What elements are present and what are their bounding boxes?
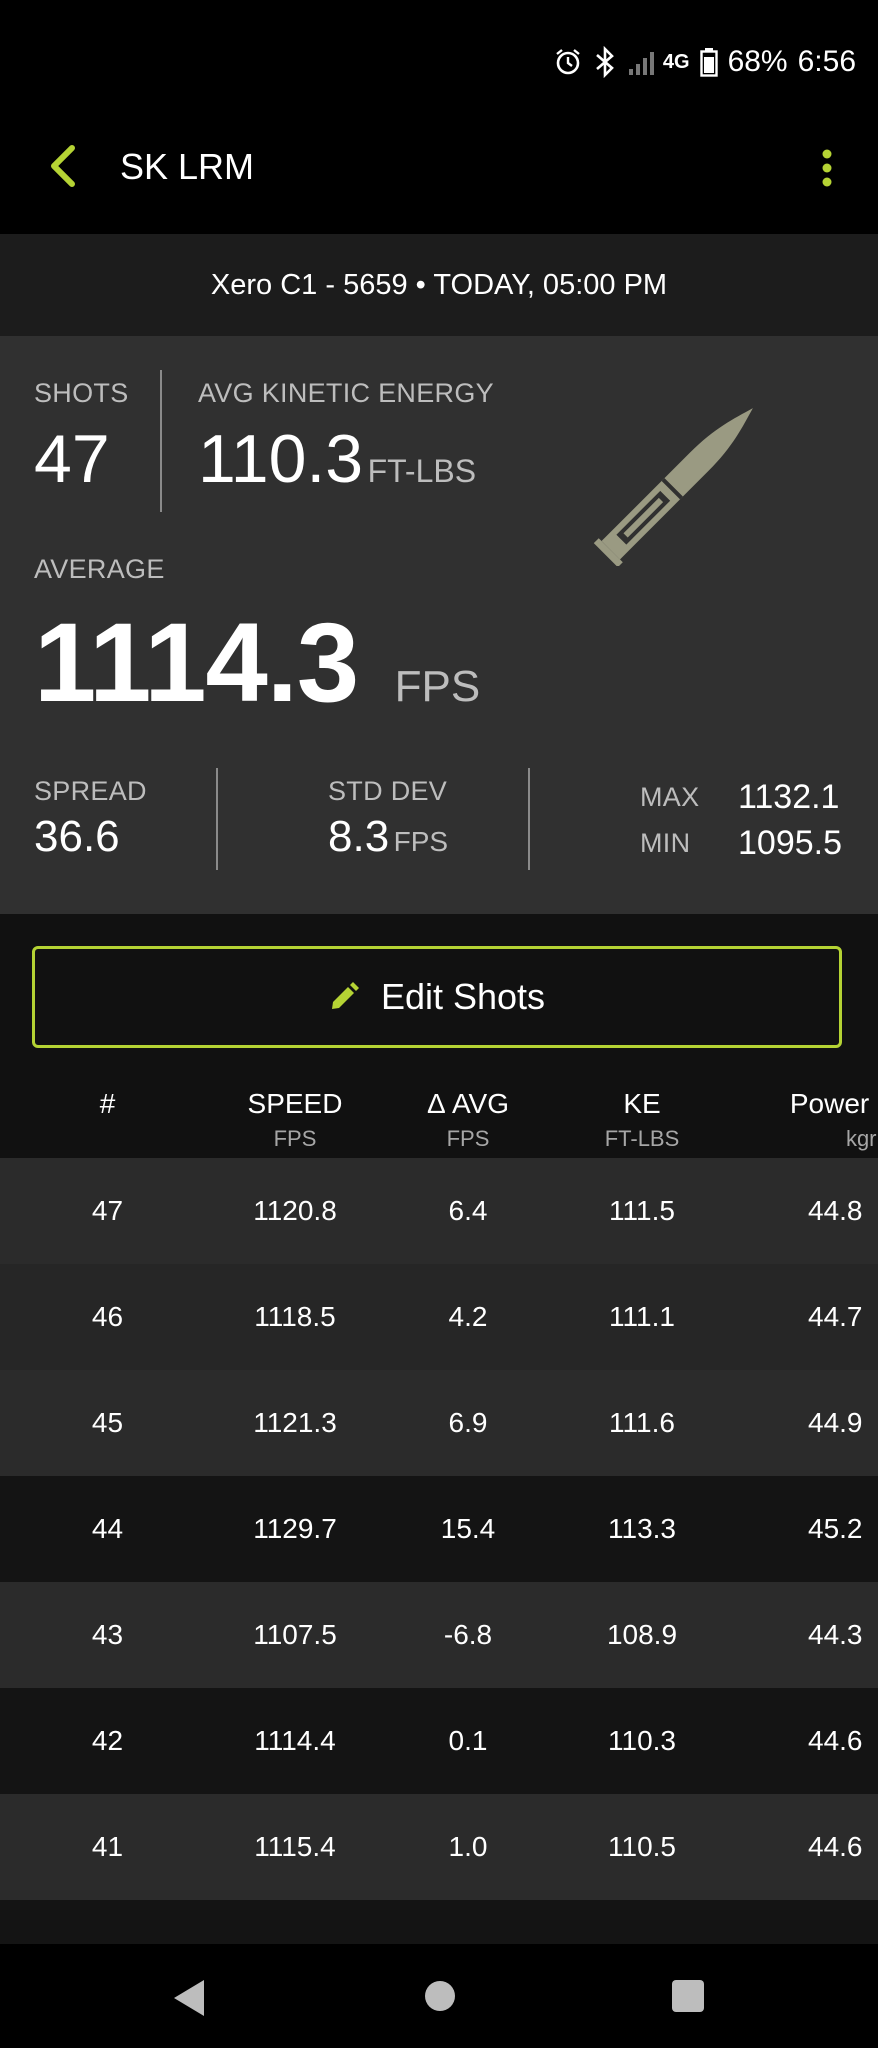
spread-label: SPREAD xyxy=(34,776,147,806)
bluetooth-icon xyxy=(593,46,617,78)
table-row[interactable]: 47 1120.8 6.4 111.5 44.8 xyxy=(0,1158,878,1264)
table-row[interactable]: 41 1115.4 1.0 110.5 44.6 xyxy=(0,1794,878,1900)
clock: 6:56 xyxy=(797,45,856,78)
divider xyxy=(216,768,218,870)
edit-shots-button[interactable]: Edit Shots xyxy=(32,946,842,1048)
stddev-unit: FPS xyxy=(393,826,449,857)
home-circle-icon[interactable] xyxy=(422,1978,458,2014)
session-label: Xero C1 - 5659 • TODAY, 05:00 PM xyxy=(210,268,668,301)
max-label: MAX xyxy=(640,782,700,812)
chevron-left-icon xyxy=(51,145,75,187)
column-header: Power Fkgr·ft xyxy=(789,1088,878,1151)
average-readout: 1114.3 FPS xyxy=(34,598,480,727)
more-vert-icon xyxy=(822,149,832,187)
edit-shots-label: Edit Shots xyxy=(380,976,546,1017)
average-label: AVERAGE xyxy=(34,554,165,584)
system-nav-bar xyxy=(0,1944,878,2048)
battery-icon xyxy=(699,47,718,77)
ke-label: AVG KINETIC ENERGY xyxy=(198,378,494,408)
signal-icon xyxy=(627,47,657,77)
back-triangle-icon[interactable] xyxy=(170,1978,206,2018)
ke-unit: FT-LBS xyxy=(367,453,477,489)
table-row-partial xyxy=(0,1900,878,1944)
session-info: Xero C1 - 5659 • TODAY, 05:00 PM xyxy=(0,234,878,336)
table-row[interactable]: 44 1129.7 15.4 113.3 45.2 xyxy=(0,1476,878,1582)
column-header: SPEED FPS xyxy=(247,1088,343,1151)
stddev-value: 8.3 xyxy=(328,812,390,861)
alarm-icon xyxy=(553,47,583,77)
overflow-menu-button[interactable] xyxy=(802,140,852,196)
divider xyxy=(528,768,530,870)
ke-readout: 110.3 FT-LBS xyxy=(198,420,476,498)
table-row[interactable]: 45 1121.3 6.9 111.6 44.9 xyxy=(0,1370,878,1476)
max-value: 1132.1 xyxy=(738,778,840,816)
bullet-icon xyxy=(593,408,753,566)
battery-percent: 68% xyxy=(727,45,788,78)
average-unit: FPS xyxy=(394,662,481,711)
table-row[interactable]: 42 1114.4 0.1 110.3 44.6 xyxy=(0,1688,878,1794)
back-button[interactable] xyxy=(34,138,90,194)
table-row[interactable]: 43 1107.5 -6.8 108.9 44.3 xyxy=(0,1582,878,1688)
network-type: 4G xyxy=(662,50,690,73)
min-value: 1095.5 xyxy=(738,824,842,862)
ke-value: 110.3 xyxy=(198,421,364,497)
column-header: # xyxy=(99,1088,116,1119)
stddev-label: STD DEV xyxy=(328,776,448,806)
column-header: KE FT-LBS xyxy=(604,1088,680,1151)
page-title: SK LRM xyxy=(120,146,255,187)
pencil-icon xyxy=(331,982,359,1009)
average-value: 1114.3 xyxy=(34,600,359,725)
stats-panel: SHOTS 47 AVG KINETIC ENERGY 110.3 FT-LBS… xyxy=(0,336,878,914)
spread-value: 36.6 xyxy=(34,812,120,861)
recents-square-icon[interactable] xyxy=(670,1978,706,2014)
shots-label: SHOTS xyxy=(34,378,129,408)
column-header: Δ AVG FPS xyxy=(427,1088,509,1151)
stddev-readout: 8.3 FPS xyxy=(328,812,448,862)
min-label: MIN xyxy=(640,828,691,858)
divider xyxy=(160,370,162,512)
status-icons: 4G 68% 6:56 xyxy=(553,42,856,82)
shots-count: 47 xyxy=(34,421,110,497)
table-row[interactable]: 46 1118.5 4.2 111.1 44.7 xyxy=(0,1264,878,1370)
table-header: # SPEEDFPS Δ AVGFPS KEFT-LBS Power Fkgr·… xyxy=(0,1050,878,1158)
